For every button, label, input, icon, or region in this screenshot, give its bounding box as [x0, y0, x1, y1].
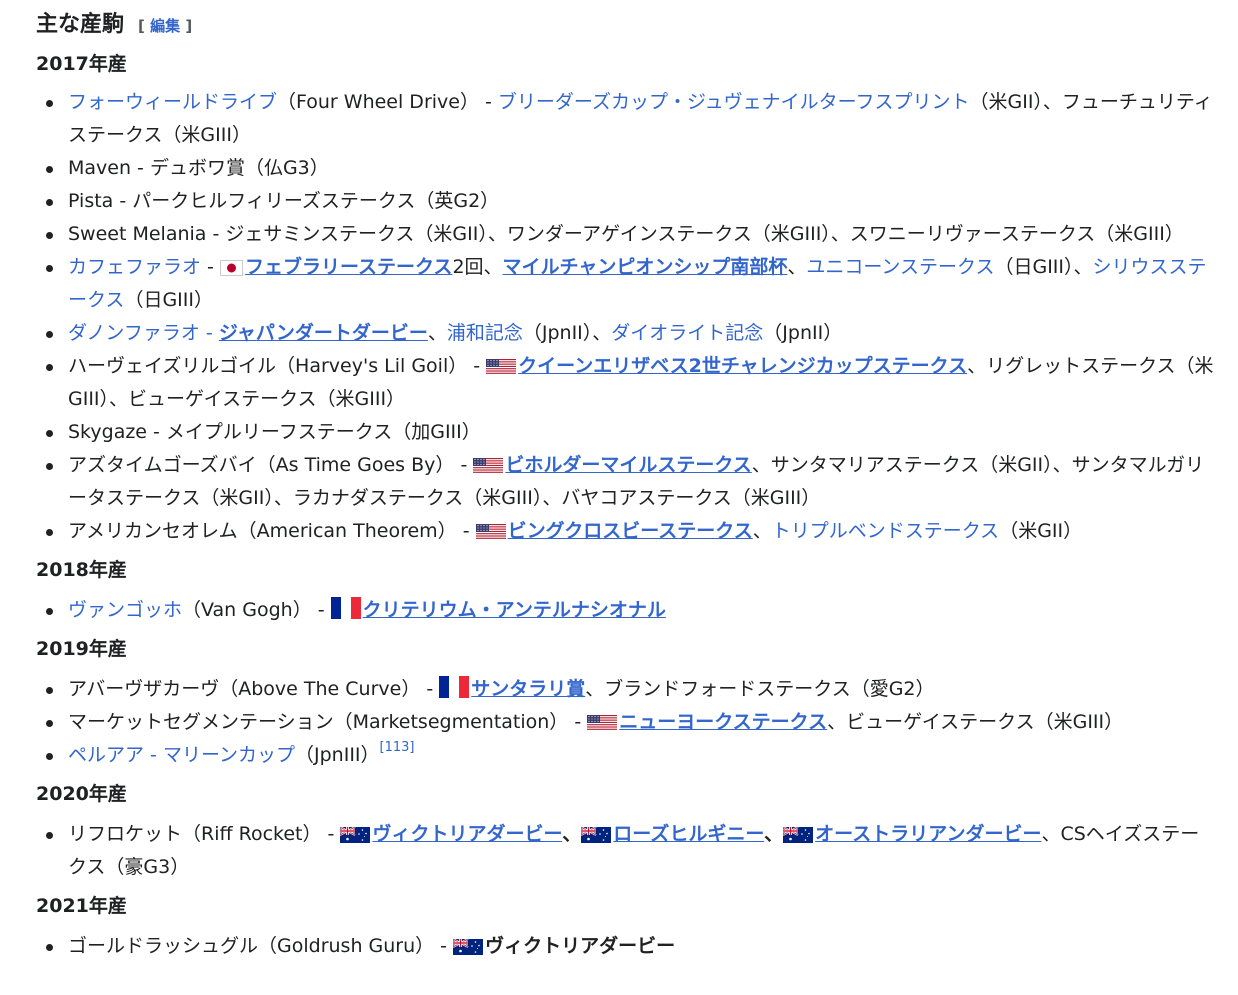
race-link[interactable]: マリーンカップ	[163, 744, 295, 766]
offspring-list-2019: アバーヴザカーヴ（Above The Curve） - サンタラリ賞、ブランドフ…	[36, 673, 1218, 772]
year-heading-2020: 2020年産	[36, 783, 127, 805]
section-title: 主な産駒	[36, 12, 125, 37]
horse-link[interactable]: ペルアア	[68, 744, 144, 766]
race-link[interactable]: ユニコーンステークス	[806, 256, 994, 278]
list-item: ヴァンゴッホ（Van Gogh） - クリテリウム・アンテルナシオナル	[36, 594, 1218, 627]
race-link[interactable]: サンタラリ賞	[471, 678, 585, 700]
offspring-list-2017: フォーウィールドライブ（Four Wheel Drive） - ブリーダーズカッ…	[36, 86, 1218, 548]
list-item: Maven - デュボワ賞（仏G3）	[36, 152, 1218, 185]
race-link[interactable]: ヴィクトリアダービー	[372, 823, 562, 845]
year-heading-2019: 2019年産	[36, 638, 127, 660]
race-link[interactable]: ダイオライト記念	[611, 322, 763, 344]
race-link[interactable]: クイーンエリザベス2世チャレンジカップステークス	[518, 355, 967, 377]
usa-flag-icon	[473, 458, 504, 474]
list-item: リフロケット（Riff Rocket） - ヴィクトリアダービー、 ローズヒルギニ…	[36, 818, 1218, 884]
list-item: Skygaze - メイプルリーフステークス（加GIII）	[36, 416, 1218, 449]
year-heading-2018: 2018年産	[36, 559, 127, 581]
race-link[interactable]: ビホルダーマイルステークス	[505, 454, 751, 476]
year-heading-2021: 2021年産	[36, 895, 127, 917]
offspring-list-2020: リフロケット（Riff Rocket） - ヴィクトリアダービー、 ローズヒルギニ…	[36, 818, 1218, 884]
horse-link[interactable]: カフェファラオ	[68, 256, 201, 278]
race-name: ヴィクトリアダービー	[485, 935, 676, 957]
offspring-list-2018: ヴァンゴッホ（Van Gogh） - クリテリウム・アンテルナシオナル	[36, 594, 1218, 627]
list-item: ハーヴェイズリルゴイル（Harvey's Lil Goil） - クイーンエリザ…	[36, 350, 1218, 416]
list-item: ペルアア - マリーンカップ（JpnIII）[113]	[36, 739, 1218, 772]
france-flag-icon	[439, 676, 470, 698]
race-link[interactable]: フェブラリーステークス	[245, 256, 452, 278]
edit-link[interactable]: 編集	[150, 17, 180, 35]
section-heading: 主な産駒 [ 編集 ]	[36, 6, 1218, 44]
race-link[interactable]: クリテリウム・アンテルナシオナル	[363, 599, 666, 621]
list-item: Sweet Melania - ジェサミンステークス（米GII）、ワンダーアゲイ…	[36, 218, 1218, 251]
list-item: ダノンファラオ - ジャパンダートダービー、浦和記念（JpnII）、ダイオライト…	[36, 317, 1218, 350]
race-link[interactable]: ジャパンダートダービー	[219, 322, 428, 344]
list-item: ゴールドラッシュグル（Goldrush Guru） - ヴィクトリアダービー	[36, 930, 1218, 963]
list-item: Pista - パークヒルフィリーズステークス（英G2）	[36, 185, 1218, 218]
edit-section: [ 編集 ]	[138, 17, 193, 35]
australia-flag-icon	[453, 939, 484, 955]
france-flag-icon	[330, 597, 361, 619]
list-item: アズタイムゴーズバイ（As Time Goes By） - ビホルダーマイルステ…	[36, 449, 1218, 515]
year-heading-2017: 2017年産	[36, 53, 127, 75]
usa-flag-icon	[587, 715, 618, 731]
list-item: カフェファラオ - フェブラリーステークス2回、マイルチャンピオンシップ南部杯、…	[36, 251, 1218, 317]
list-item: アメリカンセオレム（American Theorem） - ビングクロスビーステ…	[36, 515, 1218, 548]
horse-link[interactable]: ダノンファラオ	[68, 322, 200, 344]
race-link[interactable]: オーストラリアンダービー	[815, 823, 1041, 845]
offspring-list-2021: ゴールドラッシュグル（Goldrush Guru） - ヴィクトリアダービー	[36, 930, 1218, 963]
page-content: 主な産駒 [ 編集 ] 2017年産 フォーウィールドライブ（Four Whee…	[0, 0, 1238, 963]
australia-flag-icon	[581, 827, 612, 843]
usa-flag-icon	[486, 359, 517, 375]
australia-flag-icon	[783, 827, 814, 843]
usa-flag-icon	[475, 524, 506, 540]
race-link[interactable]: ローズヒルギニー	[613, 823, 764, 845]
horse-link[interactable]: フォーウィールドライブ	[68, 91, 277, 113]
reference-link[interactable]: [113]	[380, 740, 415, 755]
horse-link[interactable]: ヴァンゴッホ	[68, 599, 182, 621]
race-link[interactable]: ビングクロスビーステークス	[508, 520, 753, 542]
race-link[interactable]: トリプルベンドステークス	[772, 520, 999, 542]
list-item: アバーヴザカーヴ（Above The Curve） - サンタラリ賞、ブランドフ…	[36, 673, 1218, 706]
list-item: マーケットセグメンテーション（Marketsegmentation） - ニュー…	[36, 706, 1218, 739]
australia-flag-icon	[340, 827, 371, 843]
race-link[interactable]: マイルチャンピオンシップ南部杯	[503, 256, 788, 278]
race-link[interactable]: ブリーダーズカップ・ジュヴェナイルターフスプリント	[498, 91, 970, 113]
race-link[interactable]: 浦和記念	[447, 322, 523, 344]
list-item: フォーウィールドライブ（Four Wheel Drive） - ブリーダーズカッ…	[36, 86, 1218, 152]
japan-flag-icon	[219, 260, 243, 276]
race-link[interactable]: ニューヨークステークス	[619, 711, 827, 733]
